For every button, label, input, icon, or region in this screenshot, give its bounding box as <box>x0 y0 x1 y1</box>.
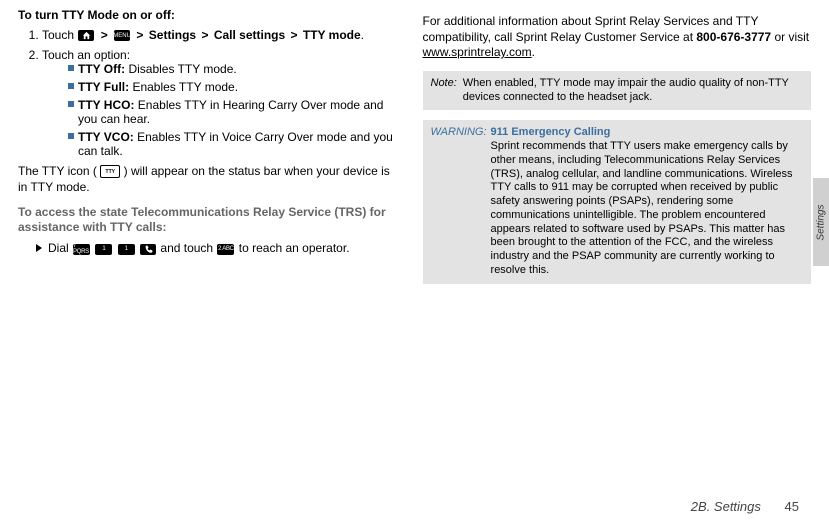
opt-label: TTY Full: <box>78 80 129 94</box>
menu-path-tty-mode: TTY mode <box>303 28 361 42</box>
chevron-icon: > <box>291 28 298 42</box>
opt-text: Enables TTY mode. <box>129 80 238 94</box>
step-2: Touch an option: TTY Off: Disables TTY m… <box>42 48 397 158</box>
keypad-1-icon: 1 <box>118 244 135 255</box>
tty-para-a: The TTY icon ( <box>18 164 97 178</box>
warning-box: WARNING: 911 Emergency Calling Sprint re… <box>423 120 812 283</box>
info-paragraph: For additional information about Sprint … <box>423 14 812 61</box>
info-c: . <box>532 45 535 59</box>
dial-instruction: Dial 7 PQRS 1 1 and touch 2 ABC to reach… <box>36 241 397 255</box>
info-b: or visit <box>771 30 809 44</box>
heading-turn-tty: To turn TTY Mode on or off: <box>18 8 397 22</box>
side-tab: Settings <box>813 178 829 266</box>
opt-tty-hco: TTY HCO: Enables TTY in Hearing Carry Ov… <box>68 98 397 126</box>
menu-path-call-settings: Call settings <box>214 28 285 42</box>
note-label: Note: <box>431 77 463 105</box>
dial-mid: and touch <box>160 241 216 255</box>
opt-label: TTY HCO: <box>78 98 134 112</box>
info-url: www.sprintrelay.com <box>423 45 532 59</box>
chevron-icon: > <box>136 28 143 42</box>
menu-path-settings: Settings <box>149 28 196 42</box>
opt-text: Disables TTY mode. <box>125 62 237 76</box>
page-footer: 2B. Settings 45 <box>691 499 799 514</box>
step2-text: Touch an option: <box>42 48 130 62</box>
opt-label: TTY Off: <box>78 62 125 76</box>
warning-body: 911 Emergency Calling Sprint recommends … <box>491 126 803 277</box>
step1-tail: . <box>361 28 364 42</box>
menu-icon: MENU <box>114 30 130 41</box>
step1-lead: Touch <box>42 28 77 42</box>
dial-list: Dial 7 PQRS 1 1 and touch 2 ABC to reach… <box>18 241 397 255</box>
keypad-7-icon: 7 PQRS <box>73 244 90 255</box>
subheading-trs: To access the state Telecommunications R… <box>18 205 397 235</box>
tty-icon-paragraph: The TTY icon ( TTY ) will appear on the … <box>18 164 397 195</box>
tty-icon: TTY <box>100 165 120 178</box>
steps-list: Touch > MENU > Settings > Call settings … <box>18 28 397 158</box>
keypad-2-icon: 2 ABC <box>217 244 234 255</box>
dial-lead: Dial <box>48 241 72 255</box>
footer-section: 2B. Settings <box>691 499 761 514</box>
warning-text: Sprint recommends that TTY users make em… <box>491 140 793 276</box>
warning-label: WARNING: <box>431 126 491 277</box>
footer-page-number: 45 <box>785 499 799 514</box>
opt-label: TTY VCO: <box>78 130 134 144</box>
opt-tty-full: TTY Full: Enables TTY mode. <box>68 80 397 94</box>
step-1: Touch > MENU > Settings > Call settings … <box>42 28 397 42</box>
side-tab-label: Settings <box>816 204 827 240</box>
left-column: To turn TTY Mode on or off: Touch > MENU… <box>18 8 415 490</box>
home-icon <box>78 30 94 41</box>
phone-icon <box>140 244 156 255</box>
info-phone: 800-676-3777 <box>696 30 771 44</box>
chevron-icon: > <box>201 28 208 42</box>
keypad-1-icon: 1 <box>95 244 112 255</box>
note-box: Note: When enabled, TTY mode may impair … <box>423 71 812 111</box>
dial-tail: to reach an operator. <box>239 241 350 255</box>
options-list: TTY Off: Disables TTY mode. TTY Full: En… <box>42 62 397 158</box>
note-text: When enabled, TTY mode may impair the au… <box>463 77 803 105</box>
right-column: For additional information about Sprint … <box>415 8 812 490</box>
opt-tty-vco: TTY VCO: Enables TTY in Voice Carry Over… <box>68 130 397 158</box>
warning-title: 911 Emergency Calling <box>491 126 803 140</box>
opt-tty-off: TTY Off: Disables TTY mode. <box>68 62 397 76</box>
chevron-icon: > <box>101 28 108 42</box>
